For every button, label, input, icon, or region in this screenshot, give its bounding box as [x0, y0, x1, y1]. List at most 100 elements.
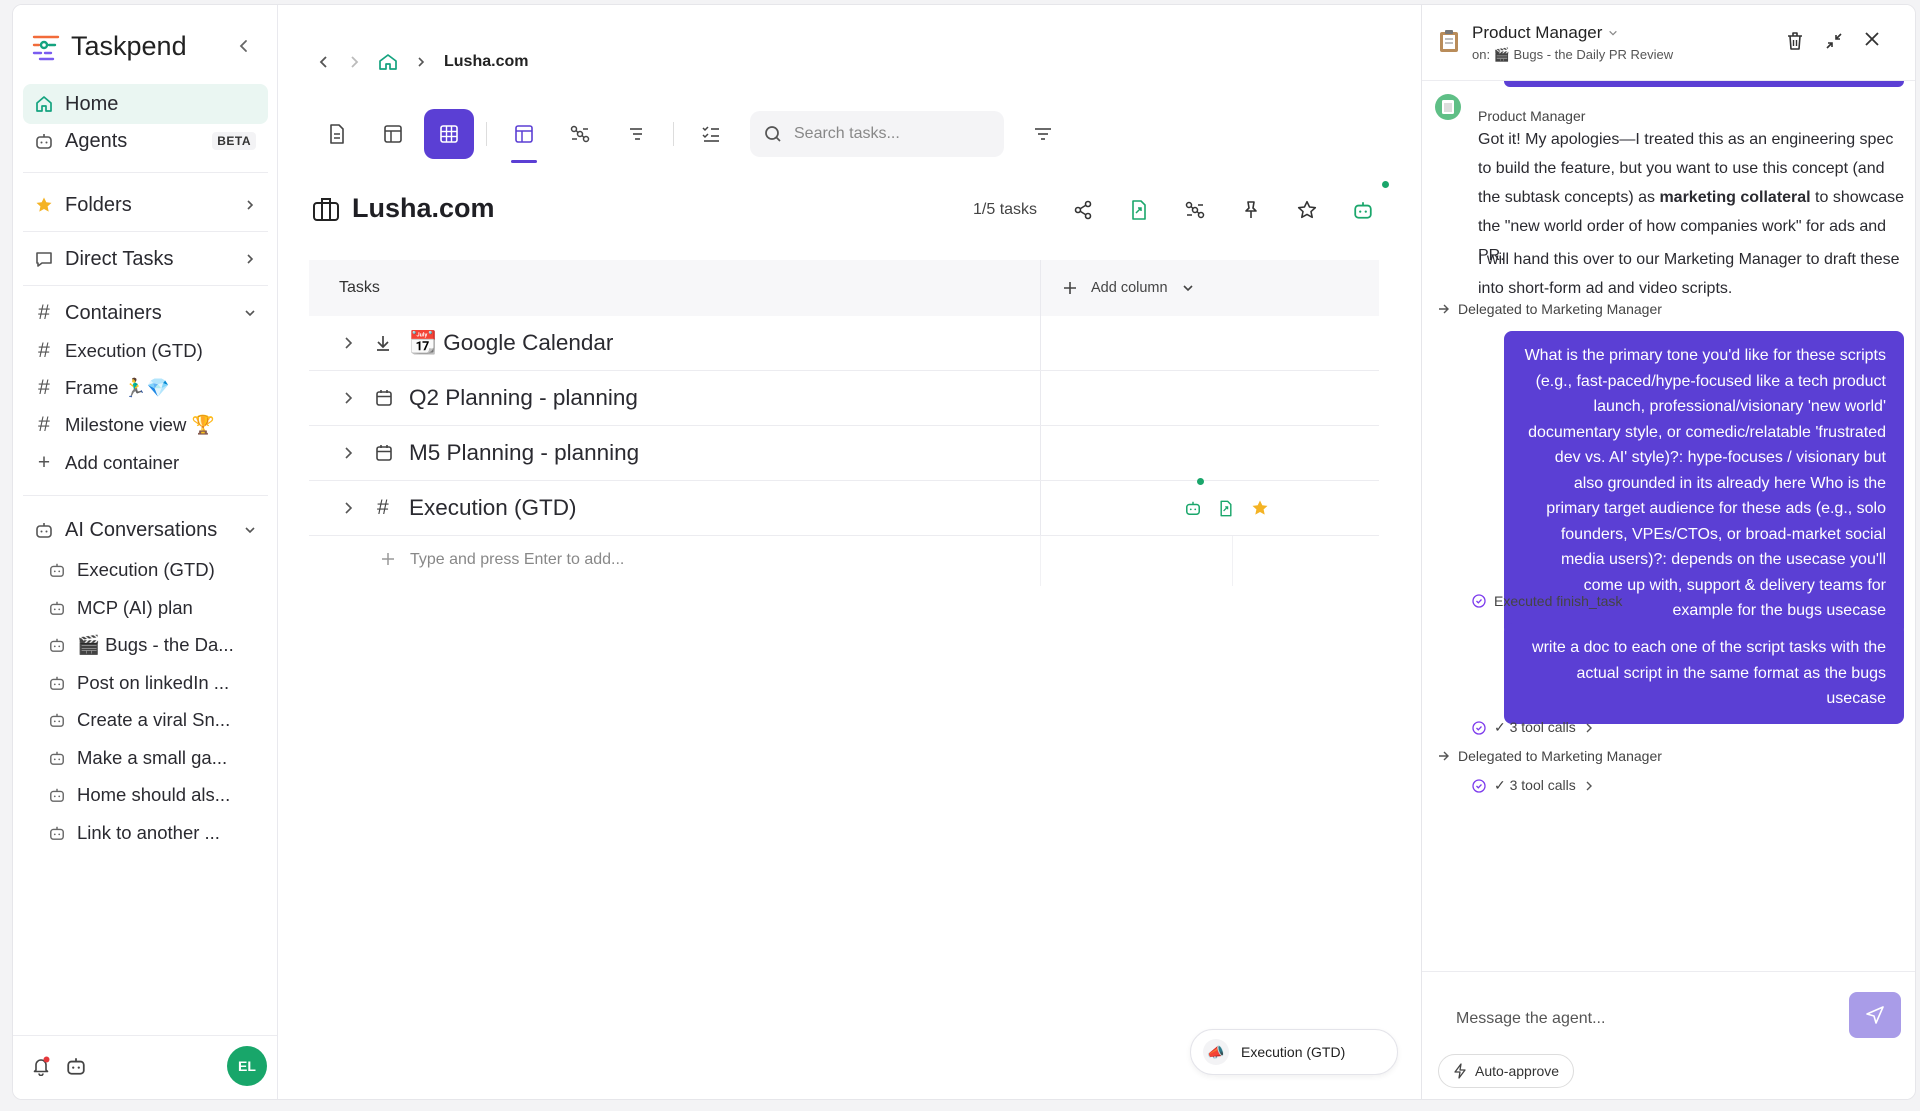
status-dot	[1382, 181, 1389, 188]
search-placeholder: Search tasks...	[794, 125, 900, 142]
active-container-pill[interactable]: 📣 Execution (GTD)	[1190, 1029, 1398, 1075]
trash-icon[interactable]	[1786, 31, 1804, 51]
chevron-right-icon[interactable]	[343, 446, 353, 460]
add-column-label: Add column	[1091, 280, 1168, 296]
brand[interactable]: Taskpend	[31, 31, 187, 62]
add-task-input[interactable]: Type and press Enter to add...	[410, 551, 624, 569]
sidebar-footer: EL	[13, 1035, 277, 1099]
container-item[interactable]: # Milestone view 🏆	[23, 405, 268, 445]
pin-icon[interactable]	[1223, 195, 1279, 225]
check-circle-icon	[1472, 720, 1486, 735]
tool-calls-toggle[interactable]: ✓ 3 tool calls	[1472, 719, 1594, 736]
star-filled-icon[interactable]	[1251, 499, 1269, 517]
sidebar-item-folders[interactable]: Folders	[23, 185, 268, 225]
message-composer: Message the agent... Auto-approve	[1422, 971, 1915, 1099]
hash-icon: #	[38, 339, 50, 362]
auto-approve-toggle[interactable]: Auto-approve	[1438, 1054, 1575, 1088]
home-icon	[35, 95, 53, 113]
container-label: Frame 🏃‍♂️💎	[65, 377, 170, 398]
task-table: Tasks Add column 📆 Google Calendar Q2 Pl…	[309, 260, 1379, 586]
conversation-item[interactable]: MCP (AI) plan	[49, 597, 193, 619]
task-title[interactable]: M5 Planning - planning	[409, 440, 639, 466]
robot-icon[interactable]	[1335, 195, 1391, 225]
sidebar-item-agents[interactable]: Agents BETA	[23, 121, 268, 161]
workflow-icon[interactable]	[1167, 195, 1223, 225]
minimize-icon[interactable]	[1824, 31, 1844, 51]
chevron-right-icon[interactable]	[343, 336, 353, 350]
avatar[interactable]: EL	[227, 1046, 267, 1086]
divider	[23, 172, 268, 173]
calendar-icon	[375, 444, 393, 462]
conversation-label: 🎬 Bugs - the Da...	[77, 634, 234, 655]
table-view-button[interactable]	[368, 109, 418, 159]
workflow-view-button[interactable]	[555, 109, 605, 159]
briefcase-icon	[312, 196, 340, 222]
layout-view-button[interactable]	[499, 109, 549, 163]
add-container-label: Add container	[65, 452, 180, 473]
document-sync-icon[interactable]	[1218, 500, 1234, 517]
add-container-button[interactable]: + Add container	[23, 443, 268, 483]
sidebar-item-ai-conversations[interactable]: AI Conversations	[23, 510, 268, 550]
container-label: Execution (GTD)	[65, 340, 203, 361]
share-icon[interactable]	[1055, 195, 1111, 225]
conversation-item[interactable]: Create a viral Sn...	[49, 709, 230, 731]
document-sync-icon[interactable]	[1111, 195, 1167, 225]
message-input[interactable]: Message the agent...	[1456, 1010, 1605, 1028]
task-title[interactable]: Execution (GTD)	[409, 495, 577, 521]
sidebar-item-containers[interactable]: # Containers	[23, 293, 268, 333]
grid-view-button[interactable]	[424, 109, 474, 159]
document-view-button[interactable]	[312, 109, 362, 159]
table-row[interactable]: 📆 Google Calendar	[309, 316, 1379, 371]
ai-conversations-label: AI Conversations	[65, 518, 218, 541]
container-label: Milestone view 🏆	[65, 414, 215, 435]
add-task-row[interactable]: Type and press Enter to add...	[309, 536, 1379, 586]
search-input[interactable]: Search tasks...	[750, 111, 1004, 157]
star-icon[interactable]	[1279, 195, 1335, 225]
chevron-right-icon[interactable]	[343, 391, 353, 405]
conversation-item[interactable]: Post on linkedIn ...	[49, 672, 229, 694]
conversation-label: Create a viral Sn...	[77, 709, 231, 730]
conversation-item[interactable]: Home should als...	[49, 784, 230, 806]
outline-view-button[interactable]	[611, 109, 661, 159]
tool-calls-toggle[interactable]: ✓ 3 tool calls	[1472, 777, 1594, 794]
collapse-sidebar-icon[interactable]	[237, 39, 251, 53]
sidebar-item-home[interactable]: Home	[23, 84, 268, 124]
conversation-item[interactable]: Make a small ga...	[49, 747, 227, 769]
tool-calls-text: ✓ 3 tool calls	[1494, 777, 1576, 793]
agent-selector[interactable]: Product Manager	[1472, 23, 1618, 43]
conversation-label: Execution (GTD)	[77, 559, 215, 580]
beta-badge: BETA	[212, 132, 256, 150]
robot-icon[interactable]	[66, 1056, 86, 1076]
robot-icon	[49, 787, 65, 803]
conversation-item[interactable]: Execution (GTD)	[49, 559, 215, 581]
chevron-right-icon[interactable]	[343, 501, 353, 515]
table-row[interactable]: # Execution (GTD)	[309, 478, 1379, 536]
container-item[interactable]: # Frame 🏃‍♂️💎	[23, 368, 268, 408]
container-item[interactable]: # Execution (GTD)	[23, 331, 268, 371]
forward-arrow-icon[interactable]	[348, 55, 360, 69]
plus-icon	[1063, 281, 1077, 295]
bell-icon[interactable]	[31, 1056, 51, 1076]
checklist-view-button[interactable]	[686, 109, 736, 159]
close-icon[interactable]	[1864, 31, 1880, 47]
add-column-button[interactable]: Add column	[1041, 260, 1379, 316]
table-row[interactable]: M5 Planning - planning	[309, 426, 1379, 481]
table-row[interactable]: Q2 Planning - planning	[309, 371, 1379, 426]
task-title[interactable]: 📆 Google Calendar	[409, 330, 613, 356]
task-title[interactable]: Q2 Planning - planning	[409, 385, 638, 411]
agent-message-paragraph: I will hand this over to our Marketing M…	[1478, 251, 1900, 297]
page-header: Lusha.com	[312, 193, 495, 224]
breadcrumb: Lusha.com	[318, 53, 528, 71]
conversation-item[interactable]: 🎬 Bugs - the Da...	[49, 634, 234, 656]
conversation-item[interactable]: Link to another ...	[49, 822, 220, 844]
tasks-column-header[interactable]: Tasks	[309, 260, 1041, 316]
filter-button[interactable]	[1018, 109, 1068, 159]
breadcrumb-current[interactable]: Lusha.com	[444, 53, 528, 71]
send-button[interactable]	[1849, 992, 1901, 1038]
conversation-context: on: 🎬 Bugs - the Daily PR Review	[1472, 47, 1674, 62]
back-arrow-icon[interactable]	[318, 55, 330, 69]
robot-icon[interactable]	[1185, 500, 1201, 516]
arrow-right-icon	[1438, 303, 1450, 315]
sidebar-item-direct-tasks[interactable]: Direct Tasks	[23, 239, 268, 279]
home-icon[interactable]	[378, 53, 398, 71]
